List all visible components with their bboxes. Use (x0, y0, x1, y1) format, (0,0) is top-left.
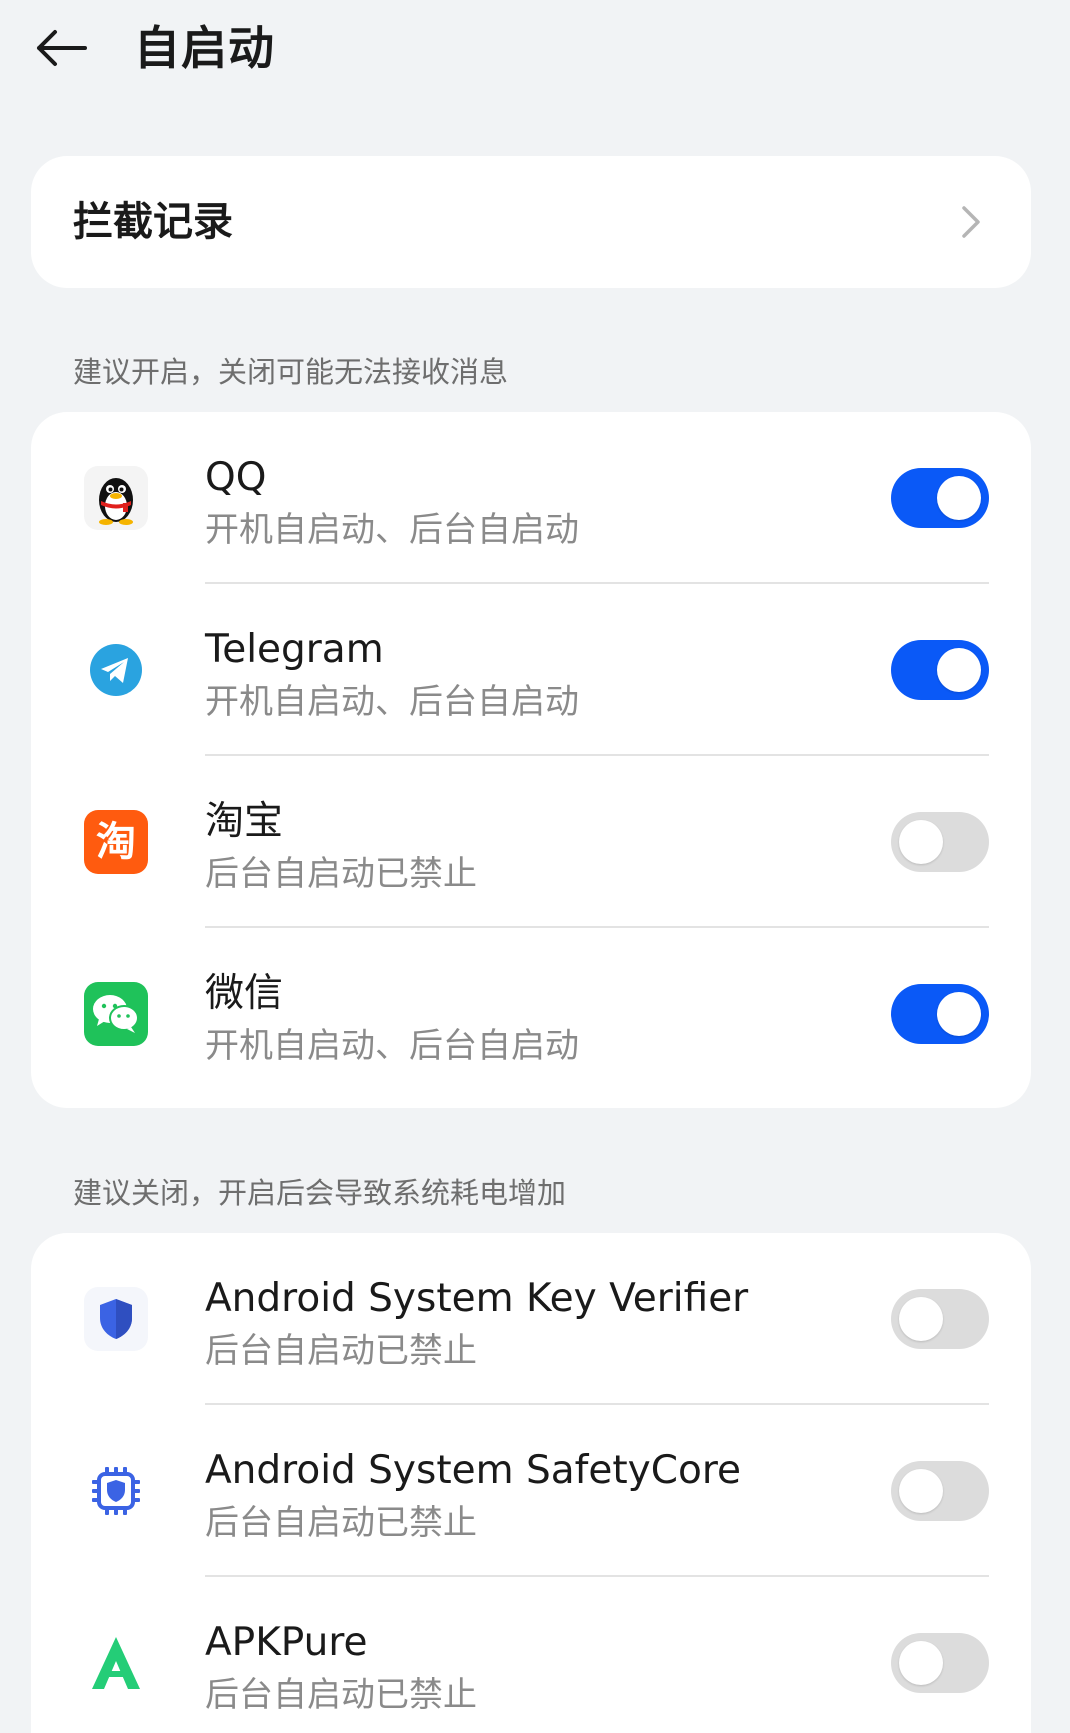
wechat-icon (84, 982, 148, 1046)
toggle-knob (899, 1641, 943, 1685)
toggle-knob (937, 476, 981, 520)
app-row-qq[interactable]: QQ 开机自启动、后台自启动 (31, 412, 1031, 584)
autostart-toggle-key-verifier[interactable] (891, 1289, 989, 1349)
app-row-taobao[interactable]: 淘 淘宝 后台自启动已禁止 (31, 756, 1031, 928)
app-status: 后台自启动已禁止 (205, 854, 477, 894)
app-row-android-system-safetycore[interactable]: Android System SafetyCore 后台自启动已禁止 (31, 1405, 1031, 1577)
chip-shield-icon (84, 1459, 148, 1523)
app-row-wechat[interactable]: 微信 开机自启动、后台自启动 (31, 928, 1031, 1100)
app-status: 开机自启动、后台自启动 (205, 510, 579, 550)
intercept-records-label: 拦截记录 (73, 199, 233, 245)
app-name: APKPure (205, 1620, 368, 1665)
page-title: 自启动 (134, 21, 275, 75)
toggle-knob (937, 648, 981, 692)
autostart-toggle-safetycore[interactable] (891, 1461, 989, 1521)
toggle-knob (899, 820, 943, 864)
app-status: 开机自启动、后台自启动 (205, 682, 579, 722)
app-name: Android System Key Verifier (205, 1276, 749, 1321)
autostart-toggle-qq[interactable] (891, 468, 989, 528)
app-row-android-system-key-verifier[interactable]: Android System Key Verifier 后台自启动已禁止 (31, 1233, 1031, 1405)
app-name: QQ (205, 455, 267, 500)
toggle-knob (899, 1297, 943, 1341)
recommended-off-list: Android System Key Verifier 后台自启动已禁止 And… (31, 1233, 1031, 1733)
app-row-telegram[interactable]: Telegram 开机自启动、后台自启动 (31, 584, 1031, 756)
app-row-apkpure[interactable]: APKPure 后台自启动已禁止 (31, 1577, 1031, 1733)
section-label-recommended-off: 建议关闭，开启后会导致系统耗电增加 (73, 1176, 567, 1210)
telegram-plane-icon (84, 638, 148, 702)
taobao-logo-text: 淘 (96, 819, 136, 865)
section-label-recommended-on: 建议开启，关闭可能无法接收消息 (73, 355, 509, 389)
taobao-icon: 淘 (84, 810, 148, 874)
app-name: Android System SafetyCore (205, 1448, 742, 1493)
app-status: 后台自启动已禁止 (205, 1503, 477, 1543)
top-app-bar: 自启动 (0, 0, 1070, 100)
apkpure-icon (84, 1631, 148, 1695)
toggle-knob (937, 992, 981, 1036)
autostart-toggle-wechat[interactable] (891, 984, 989, 1044)
shield-icon (84, 1287, 148, 1351)
app-name: Telegram (205, 627, 384, 672)
intercept-records-item[interactable]: 拦截记录 (31, 156, 1031, 288)
arrow-left-icon (37, 30, 87, 66)
app-status: 后台自启动已禁止 (205, 1331, 477, 1371)
autostart-toggle-taobao[interactable] (891, 812, 989, 872)
qq-penguin-icon (84, 466, 148, 530)
toggle-knob (899, 1469, 943, 1513)
app-status: 后台自启动已禁止 (205, 1675, 477, 1715)
autostart-toggle-telegram[interactable] (891, 640, 989, 700)
recommended-on-list: QQ 开机自启动、后台自启动 Telegram 开机自启动、后台自启动 淘 淘宝… (31, 412, 1031, 1108)
chevron-right-icon (962, 206, 980, 238)
app-status: 开机自启动、后台自启动 (205, 1026, 579, 1066)
back-button[interactable] (28, 18, 94, 78)
app-name: 微信 (205, 971, 284, 1016)
autostart-toggle-apkpure[interactable] (891, 1633, 989, 1693)
app-name: 淘宝 (205, 799, 284, 844)
